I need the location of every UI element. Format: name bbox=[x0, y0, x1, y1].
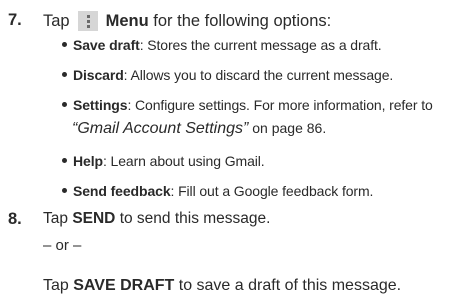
option-discard: Discard: Allows you to discard the curre… bbox=[62, 67, 393, 83]
option-term: Settings bbox=[73, 97, 128, 113]
bullet-icon bbox=[62, 71, 67, 77]
cross-reference-link[interactable]: “Gmail Account Settings” bbox=[72, 120, 248, 137]
option-desc: : Stores the current message as a draft. bbox=[139, 37, 382, 53]
step-number: 7. bbox=[8, 11, 22, 29]
line-lead: Tap bbox=[43, 277, 74, 294]
menu-label: Menu bbox=[105, 11, 149, 30]
option-desc: : Learn about using Gmail. bbox=[102, 153, 265, 169]
bullet-icon bbox=[62, 41, 67, 47]
send-action: SEND bbox=[72, 210, 116, 227]
bullet-icon bbox=[62, 101, 67, 107]
step-number: 8. bbox=[8, 210, 22, 228]
option-send-feedback: Send feedback: Fill out a Google feedbac… bbox=[62, 183, 373, 199]
bullet-icon bbox=[62, 187, 67, 193]
manual-page: 7. Tap Menu for the following options: S… bbox=[0, 0, 451, 307]
option-save-draft: Save draft: Stores the current message a… bbox=[62, 37, 382, 53]
step-lead: Tap bbox=[43, 11, 70, 30]
option-desc: : Configure settings. For more informati… bbox=[127, 97, 433, 113]
step-text: Tap SEND to send this message. bbox=[43, 210, 270, 228]
line-tail: to save a draft of this message. bbox=[174, 277, 402, 294]
option-term: Help bbox=[73, 153, 103, 169]
option-help: Help: Learn about using Gmail. bbox=[62, 153, 265, 169]
step-text: Tap Menu for the following options: bbox=[43, 11, 331, 31]
save-draft-line: Tap SAVE DRAFT to save a draft of this m… bbox=[43, 277, 401, 295]
step-lead: Tap bbox=[43, 210, 73, 227]
menu-dots-icon bbox=[77, 11, 98, 31]
step-tail: to send this message. bbox=[115, 210, 271, 227]
option-term: Save draft bbox=[73, 37, 140, 53]
option-settings: Settings: Configure settings. For more i… bbox=[62, 97, 433, 113]
step-8: 8. Tap SEND to send this message. bbox=[0, 208, 451, 232]
settings-continuation: “Gmail Account Settings” on page 86. bbox=[72, 120, 326, 138]
page-reference: on page 86. bbox=[248, 120, 327, 136]
save-draft-action: SAVE DRAFT bbox=[73, 277, 175, 294]
option-term: Discard bbox=[73, 67, 124, 83]
option-desc: : Fill out a Google feedback form. bbox=[170, 183, 374, 199]
bullet-icon bbox=[62, 157, 67, 163]
step-7: 7. Tap Menu for the following options: bbox=[0, 9, 451, 33]
option-term: Send feedback bbox=[73, 183, 171, 199]
step-tail: for the following options: bbox=[153, 11, 332, 30]
option-desc: : Allows you to discard the current mess… bbox=[123, 67, 394, 83]
or-separator: – or – bbox=[43, 237, 82, 254]
